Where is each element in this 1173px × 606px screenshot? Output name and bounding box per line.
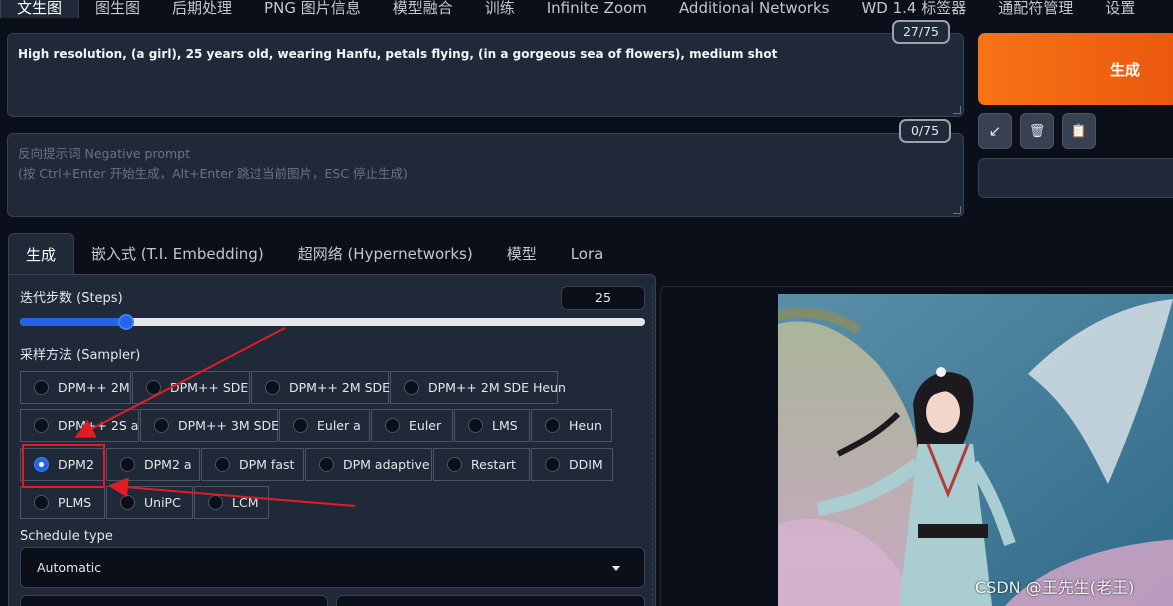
annotation-arrows [74, 327, 356, 507]
annotation-arrow-2 [108, 477, 356, 507]
annotation-arrow-1 [74, 327, 286, 438]
